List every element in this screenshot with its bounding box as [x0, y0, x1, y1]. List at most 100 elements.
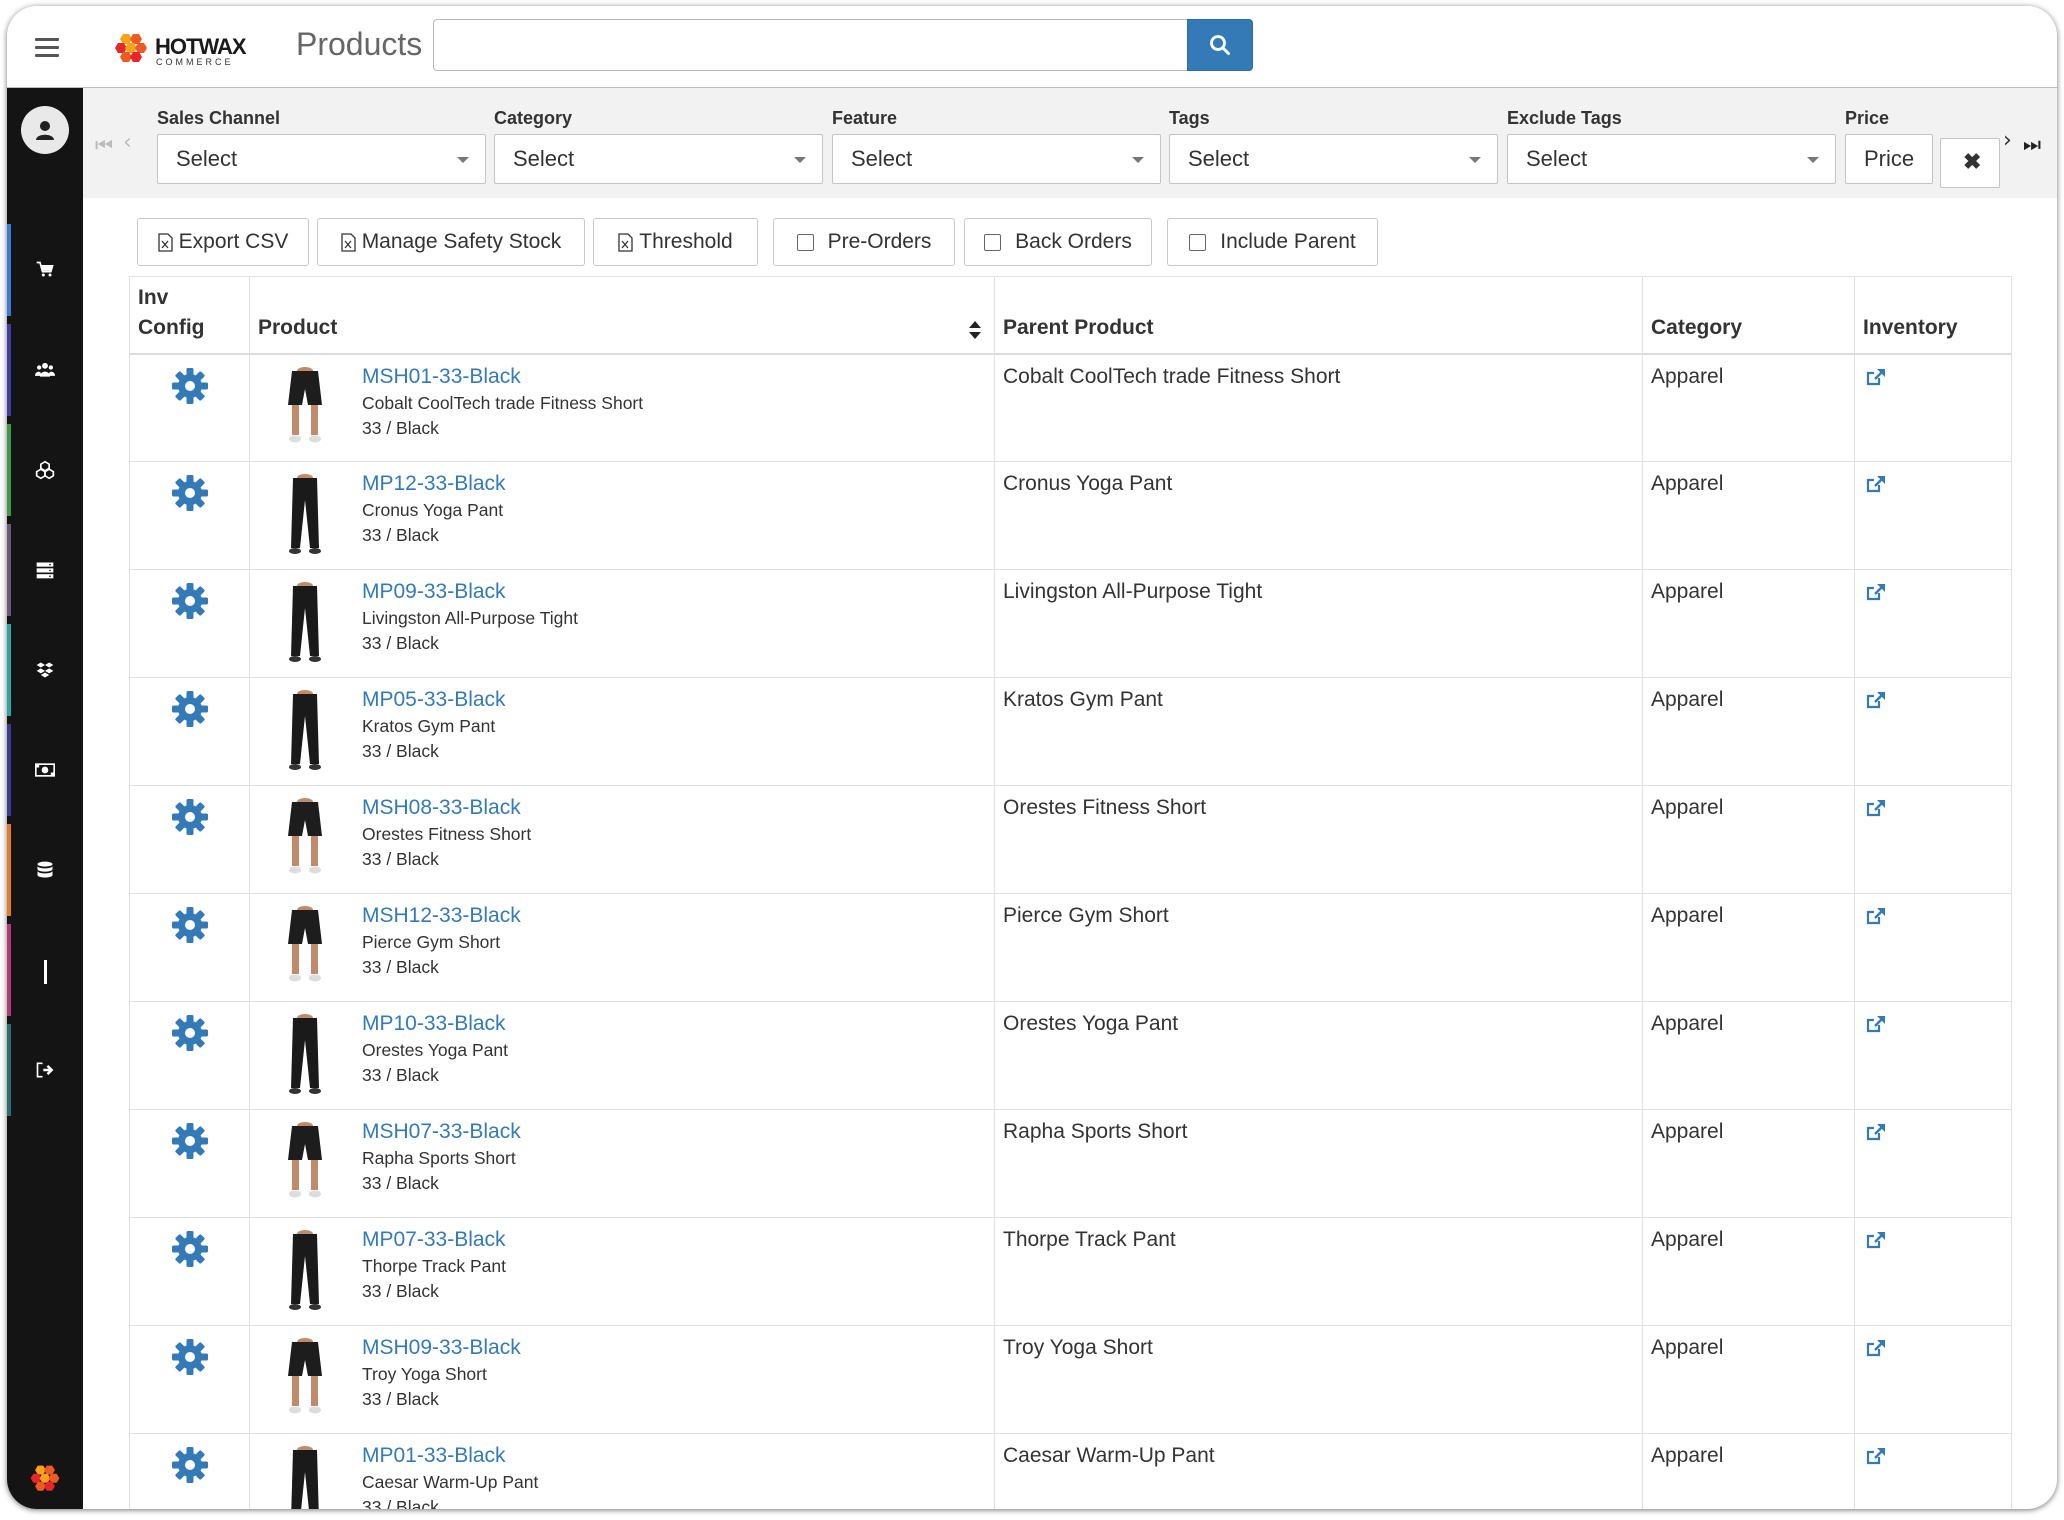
category-cell: Apparel: [1642, 1433, 1855, 1509]
sidebar-item-customers[interactable]: [7, 320, 83, 420]
product-cell: MSH09-33-Black Troy Yoga Short 33 / Black: [249, 1325, 995, 1434]
gear-icon[interactable]: [169, 365, 211, 407]
hotwax-small-logo[interactable]: [27, 1460, 63, 1500]
product-info: MSH09-33-Black Troy Yoga Short 33 / Black: [362, 1334, 521, 1412]
inventory-cell: [1854, 785, 2012, 894]
last-page-icon[interactable]: ⏭: [2023, 132, 2041, 156]
product-name: Caesar Warm-Up Pant: [362, 1472, 539, 1492]
include-parent-toggle[interactable]: Include Parent: [1167, 218, 1378, 266]
price-label: Price: [1845, 108, 1890, 128]
threshold-button[interactable]: Threshold: [593, 218, 758, 266]
product-sku-link[interactable]: MSH08-33-Black: [362, 794, 531, 822]
category-cell: Apparel: [1642, 785, 1855, 894]
product-sku-link[interactable]: MP09-33-Black: [362, 578, 578, 606]
back-orders-checkbox[interactable]: [984, 233, 1002, 251]
sidebar-item-orders[interactable]: [7, 220, 83, 320]
inventory-cell: [1854, 1433, 2012, 1509]
sidebar-item-dropbox[interactable]: [7, 620, 83, 720]
product-sku-link[interactable]: MP12-33-Black: [362, 470, 506, 498]
product-sku-link[interactable]: MSH12-33-Black: [362, 902, 521, 930]
back-orders-toggle[interactable]: Back Orders: [964, 218, 1152, 266]
product-variant: 33 / Black: [362, 1065, 439, 1085]
product-table-wrapper: Inv Config Product Parent Product Catego…: [129, 276, 2012, 1509]
product-sku-link[interactable]: MSH07-33-Black: [362, 1118, 521, 1146]
search-button[interactable]: [1187, 19, 1253, 71]
next-icon[interactable]: ›: [2003, 128, 2012, 153]
exclude-tags-select[interactable]: Select: [1507, 134, 1836, 184]
hamburger-icon[interactable]: [35, 38, 59, 58]
external-link-icon[interactable]: [1865, 1014, 1887, 1034]
pre-orders-label: Pre-Orders: [827, 230, 932, 253]
category-select[interactable]: Select: [494, 134, 823, 184]
external-link-icon[interactable]: [1865, 690, 1887, 710]
product-sku-link[interactable]: MP10-33-Black: [362, 1010, 508, 1038]
pre-orders-toggle[interactable]: Pre-Orders: [773, 218, 955, 266]
external-link-icon[interactable]: [1865, 367, 1887, 387]
external-link-icon[interactable]: [1865, 1338, 1887, 1358]
price-value: Price: [1864, 146, 1915, 171]
external-link-icon[interactable]: [1865, 1230, 1887, 1250]
external-link-icon[interactable]: [1865, 798, 1887, 818]
inv-config-cell: [129, 1109, 250, 1218]
external-link-icon[interactable]: [1865, 1446, 1887, 1466]
inventory-cell: [1854, 461, 2012, 570]
table-row: MP10-33-Black Orestes Yoga Pant 33 / Black…: [129, 1001, 2012, 1110]
category-cell: Apparel: [1642, 353, 1855, 462]
sidebar-item-payments[interactable]: [7, 720, 83, 820]
sort-icon[interactable]: [968, 319, 982, 341]
gear-icon[interactable]: [169, 1444, 211, 1486]
product-sku-link[interactable]: MP05-33-Black: [362, 686, 506, 714]
clear-filters-button[interactable]: ✖: [1940, 138, 2000, 188]
threshold-label: Threshold: [639, 230, 733, 253]
gear-icon[interactable]: [169, 796, 211, 838]
chevron-down-icon: [457, 157, 469, 163]
first-page-icon[interactable]: ⏮: [95, 133, 113, 157]
product-sku-link[interactable]: MSH01-33-Black: [362, 363, 643, 391]
product-cell: MSH07-33-Black Rapha Sports Short 33 / Bla…: [249, 1109, 995, 1218]
feature-select[interactable]: Select: [832, 134, 1161, 184]
hotwax-logo[interactable]: HOTWAX COMMERCE: [111, 30, 251, 72]
external-link-icon[interactable]: [1865, 1122, 1887, 1142]
gear-icon[interactable]: [169, 1120, 211, 1162]
parent-product-cell: Cronus Yoga Pant: [994, 461, 1643, 570]
external-link-icon[interactable]: [1865, 582, 1887, 602]
sales-channel-select[interactable]: Select: [157, 134, 486, 184]
manage-safety-stock-button[interactable]: Manage Safety Stock: [317, 218, 585, 266]
external-link-icon[interactable]: [1865, 474, 1887, 494]
gear-icon[interactable]: [169, 1336, 211, 1378]
sidebar-item-accent: [7, 324, 11, 416]
table-row: MSH01-33-Black Cobalt CoolTech trade Fitn…: [129, 353, 2012, 462]
sidebar-item-settings[interactable]: [7, 920, 83, 1020]
gear-icon[interactable]: [169, 472, 211, 514]
gear-icon[interactable]: [169, 688, 211, 730]
product-thumbnail: [288, 1122, 322, 1198]
external-link-icon[interactable]: [1865, 906, 1887, 926]
table-row: MSH09-33-Black Troy Yoga Short 33 / Black T…: [129, 1325, 2012, 1434]
sidebar-item-catalog[interactable]: [7, 520, 83, 620]
gear-icon[interactable]: [169, 1012, 211, 1054]
file-excel-icon: [618, 232, 633, 252]
previous-icon[interactable]: ‹: [123, 130, 132, 155]
tags-select[interactable]: Select: [1169, 134, 1498, 184]
gear-icon[interactable]: [169, 580, 211, 622]
feature-label: Feature: [832, 108, 898, 128]
sidebar-item-products[interactable]: [7, 420, 83, 520]
product-name: Cronus Yoga Pant: [362, 500, 504, 520]
search-input[interactable]: [433, 19, 1195, 71]
price-input[interactable]: Price: [1845, 134, 1933, 184]
gear-icon[interactable]: [169, 904, 211, 946]
database-icon: [37, 861, 53, 878]
user-avatar[interactable]: [21, 106, 69, 154]
sidebar-item-database[interactable]: [7, 820, 83, 920]
product-sku-link[interactable]: MP01-33-Black: [362, 1442, 538, 1470]
product-sku-link[interactable]: MP07-33-Black: [362, 1226, 506, 1254]
sidebar-item-logout[interactable]: [7, 1020, 83, 1120]
product-sku-link[interactable]: MSH09-33-Black: [362, 1334, 521, 1362]
gear-icon[interactable]: [169, 1228, 211, 1270]
price-filter: Price Price: [1845, 108, 1933, 184]
export-csv-button[interactable]: Export CSV: [137, 218, 309, 266]
product-header[interactable]: Product: [249, 276, 995, 355]
include-parent-checkbox[interactable]: [1189, 233, 1207, 251]
pre-orders-checkbox[interactable]: [796, 233, 814, 251]
category-cell: Apparel: [1642, 1325, 1855, 1434]
